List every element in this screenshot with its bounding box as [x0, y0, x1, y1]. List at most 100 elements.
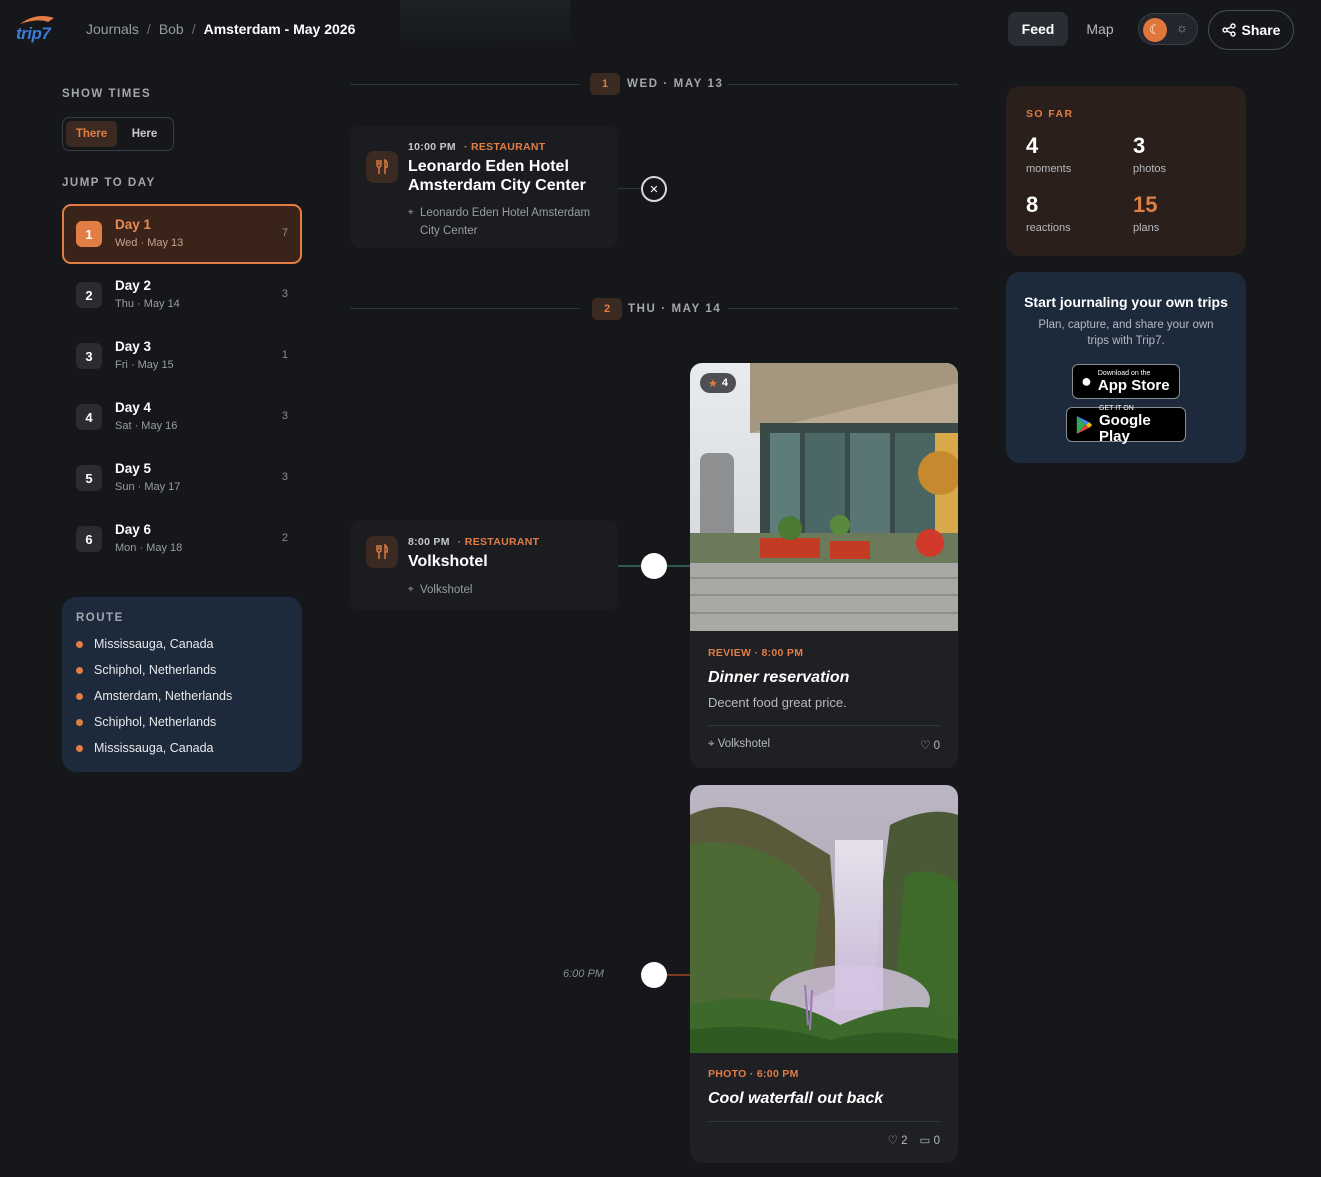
like-button[interactable]: ♡ 0 — [920, 738, 940, 752]
day-separator-label: THU · MAY 14 — [628, 303, 722, 315]
day-item-4[interactable]: 4 Day 4 Sat · May 16 3 — [62, 387, 302, 447]
photo-title: Cool waterfall out back — [708, 1090, 884, 1107]
review-card[interactable]: ★ 4 REVIEW · 8:00 PM Dinner reservation … — [690, 363, 958, 768]
rating-value: 4 — [721, 377, 728, 389]
trip7-logo[interactable]: trip7 — [16, 14, 56, 44]
location-pin-icon: ⌖ — [408, 584, 414, 595]
time-option-here[interactable]: Here — [119, 121, 170, 147]
restaurant-icon — [366, 536, 398, 568]
review-location-name: Volkshotel — [717, 738, 771, 750]
day-number: 4 — [76, 404, 102, 430]
moment-title: Volkshotel — [408, 553, 488, 570]
moments-count: 4 — [1026, 133, 1039, 158]
moment-location-name: Leonardo Eden Hotel Amsterdam City Cente… — [420, 207, 591, 237]
apple-icon: ● — [1081, 371, 1092, 391]
moment-time: 10:00 PM — [408, 141, 456, 153]
route-stop-name: Amsterdam, Netherlands — [94, 689, 233, 703]
heart-icon: ♡ — [887, 1135, 898, 1147]
day-date: Fri · May 15 — [115, 359, 174, 371]
stats-label: SO FAR — [1026, 108, 1074, 120]
restaurant-terrace-image — [690, 363, 958, 631]
moment-time: 8:00 PM — [408, 536, 450, 548]
photo-meta: PHOTO · 6:00 PM — [708, 1068, 799, 1080]
promo-subtitle: Plan, capture, and share your own trips … — [1038, 319, 1214, 347]
day-item-1[interactable]: 1 Day 1 Wed · May 13 7 — [62, 204, 302, 264]
moment-category: · RESTAURANT — [463, 141, 546, 153]
review-meta: REVIEW · 8:00 PM — [708, 647, 804, 659]
day-separator-line — [728, 84, 958, 85]
day-moment-count: 7 — [281, 227, 288, 239]
route-stop-name: Mississauga, Canada — [94, 741, 214, 755]
route-stop-name: Schiphol, Netherlands — [94, 715, 217, 729]
day-item-2[interactable]: 2 Day 2 Thu · May 14 3 — [62, 265, 302, 325]
day-title: Day 6 — [115, 522, 152, 537]
comment-count: 0 — [933, 1135, 940, 1147]
time-option-there[interactable]: There — [66, 121, 117, 147]
day-date: Mon · May 18 — [115, 542, 183, 554]
day-moment-count: 3 — [281, 288, 288, 300]
plans-label: plans — [1133, 222, 1160, 234]
day-moment-count: 3 — [281, 471, 288, 483]
restaurant-photo[interactable]: ★ 4 — [690, 363, 958, 631]
share-label: Share — [1241, 22, 1281, 38]
review-description: Decent food great price. — [708, 695, 847, 710]
review-location[interactable]: ⌖ Volkshotel — [708, 738, 770, 751]
day-item-3[interactable]: 3 Day 3 Fri · May 15 1 — [62, 326, 302, 386]
moment-meta: 8:00 PM · RESTAURANT — [408, 536, 539, 548]
photo-card[interactable]: PHOTO · 6:00 PM Cool waterfall out back … — [690, 785, 958, 1163]
breadcrumb-user[interactable]: Bob — [159, 21, 184, 37]
google-play-icon — [1076, 415, 1093, 434]
day-title: Day 1 — [115, 217, 152, 232]
breadcrumb-separator: / — [146, 21, 151, 37]
location-pin-icon: ⌖ — [708, 738, 715, 750]
share-button[interactable]: Share — [1208, 10, 1294, 50]
day-date: Sat · May 16 — [115, 420, 178, 432]
breadcrumb-journals[interactable]: Journals — [86, 21, 139, 37]
promo-title: Start journaling your own trips — [1024, 294, 1228, 310]
review-title: Dinner reservation — [708, 669, 850, 686]
connector-line — [618, 188, 642, 189]
connector-line — [666, 974, 690, 976]
route-dot-icon — [76, 744, 83, 752]
moment-card[interactable]: 8:00 PM · RESTAURANT Volkshotel ⌖ Volksho… — [350, 520, 618, 610]
day-badge: 2 — [592, 298, 622, 320]
route-stop-name: Schiphol, Netherlands — [94, 663, 217, 677]
photo-reactions: ♡ 2 ▭ 0 — [888, 1133, 940, 1147]
feed-tab[interactable]: Feed — [1008, 12, 1068, 46]
route-dot-icon — [76, 666, 83, 674]
timeline-node[interactable] — [641, 962, 667, 988]
day-number: 6 — [76, 526, 102, 552]
moment-time-label: 6:00 PM — [563, 968, 604, 980]
google-play-button[interactable]: GET IT ON Google Play — [1066, 405, 1186, 444]
like-button[interactable]: ♡ 2 — [888, 1133, 908, 1147]
divider — [708, 725, 940, 726]
moment-category: · RESTAURANT — [457, 536, 540, 548]
day-item-6[interactable]: 6 Day 6 Mon · May 18 2 — [62, 509, 302, 569]
route-stop: Mississauga, Canada — [76, 741, 214, 755]
day-number: 5 — [76, 465, 102, 491]
map-tab[interactable]: Map — [1076, 12, 1124, 46]
waterfall-photo[interactable] — [690, 785, 958, 1053]
moment-meta: 10:00 PM · RESTAURANT — [408, 141, 546, 153]
stats-card: SO FAR 4 moments 3 photos 8 reactions 15… — [1006, 86, 1246, 256]
day-item-5[interactable]: 5 Day 5 Sun · May 17 3 — [62, 448, 302, 508]
breadcrumb-separator: / — [191, 21, 196, 37]
moment-title: Leonardo Eden Hotel Amsterdam City Cente… — [408, 158, 586, 194]
app-store-button[interactable]: ● Download on the App Store — [1072, 364, 1180, 399]
route-dot-icon — [76, 718, 83, 726]
day-separator-line — [728, 308, 958, 309]
reactions-label: reactions — [1026, 222, 1071, 234]
moment-location: ⌖ Leonardo Eden Hotel Amsterdam City Cen… — [408, 204, 608, 240]
comment-icon: ▭ — [919, 1135, 931, 1147]
route-stop: Amsterdam, Netherlands — [76, 689, 232, 703]
moment-card[interactable]: 10:00 PM · RESTAURANT Leonardo Eden Hotel… — [350, 126, 618, 248]
moment-location: ⌖ Volkshotel — [408, 581, 608, 599]
route-card: ROUTE Mississauga, Canada Schiphol, Neth… — [62, 597, 302, 772]
theme-toggle[interactable]: ☾ ☼ — [1138, 13, 1198, 45]
comment-button[interactable]: ▭ 0 — [920, 1133, 940, 1147]
day-moment-count: 1 — [281, 349, 288, 361]
timeline-node-close-icon[interactable]: ✕ — [641, 176, 667, 202]
logo-text: trip7 — [16, 24, 51, 43]
plans-count: 15 — [1133, 192, 1158, 217]
timeline-node[interactable] — [641, 553, 667, 579]
